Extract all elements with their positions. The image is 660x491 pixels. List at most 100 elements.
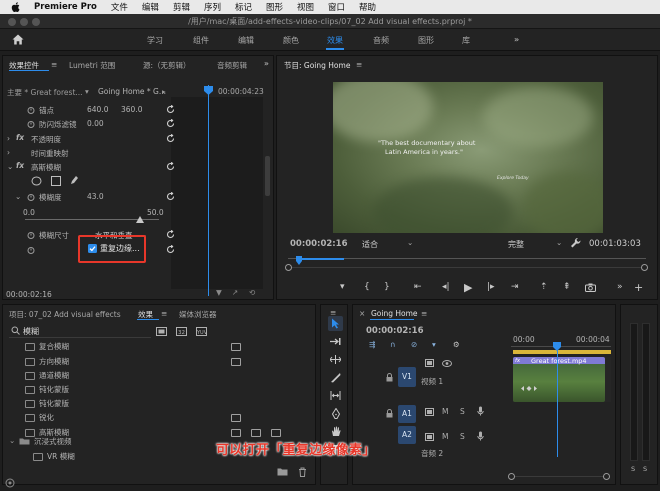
- solo-left-label[interactable]: S: [631, 465, 635, 473]
- flicker-filter-value[interactable]: 0.00: [87, 119, 104, 128]
- extract-icon[interactable]: ⇞: [563, 282, 571, 292]
- app-name[interactable]: Premiere Pro: [34, 2, 97, 12]
- lock-track-icon[interactable]: [386, 409, 393, 418]
- tab-media-browser[interactable]: 媒体浏览器: [179, 309, 217, 320]
- work-area-bar[interactable]: [513, 350, 611, 354]
- lock-track-icon[interactable]: [386, 373, 393, 382]
- eye-icon[interactable]: [442, 360, 452, 367]
- menu-markers[interactable]: 标记: [235, 1, 252, 13]
- play-only-clip-icon[interactable]: ▸: [162, 87, 166, 96]
- timeline-ruler[interactable]: [511, 346, 611, 347]
- program-current-time[interactable]: 00:00:02:16: [290, 239, 348, 249]
- fx-badge-icon[interactable]: fx: [16, 133, 24, 142]
- reset-parameter-icon[interactable]: [166, 230, 175, 239]
- v1-track-target[interactable]: V1: [398, 367, 416, 387]
- quality-dropdown[interactable]: 完整: [508, 239, 524, 250]
- toggle-sync-lock-icon[interactable]: [425, 408, 434, 416]
- pen-mask-icon[interactable]: [69, 175, 79, 186]
- v1-track-name[interactable]: 视频 1: [421, 376, 443, 387]
- status-icon[interactable]: [5, 478, 15, 488]
- zoom-handle-right[interactable]: [641, 264, 648, 271]
- workspace-graphics[interactable]: 图形: [418, 35, 434, 46]
- solo-track-button[interactable]: S: [460, 407, 465, 416]
- add-marker-icon[interactable]: ▾: [340, 282, 345, 292]
- nest-toggle-icon[interactable]: ⇶: [369, 340, 375, 349]
- effects-search-input[interactable]: 模糊: [23, 326, 39, 337]
- tab-lumetri-scopes[interactable]: Lumetri 范围: [69, 60, 115, 71]
- slip-tool[interactable]: [328, 388, 343, 403]
- effect-list-item[interactable]: 钝化蒙版: [39, 384, 69, 395]
- toggle-sync-lock-icon[interactable]: [425, 433, 434, 441]
- workspace-libraries[interactable]: 库: [462, 35, 470, 46]
- stopwatch-icon[interactable]: [27, 120, 35, 128]
- a2-track-target[interactable]: A2: [398, 426, 416, 444]
- effect-list-item[interactable]: 钝化蒙版: [39, 398, 69, 409]
- stopwatch-icon[interactable]: [27, 246, 35, 254]
- delete-icon[interactable]: [298, 467, 307, 477]
- home-icon[interactable]: [12, 34, 24, 45]
- anchor-x-value[interactable]: 640.0: [87, 105, 108, 114]
- mark-out-icon[interactable]: }: [384, 282, 390, 292]
- tab-audio-clip-mixer[interactable]: 音频剪辑: [217, 60, 247, 71]
- collapse-arrow-icon[interactable]: ⌄: [7, 162, 13, 171]
- menu-edit[interactable]: 编辑: [142, 1, 159, 13]
- menu-graphics[interactable]: 图形: [266, 1, 283, 13]
- program-monitor-title[interactable]: 节目: Going Home: [284, 60, 350, 71]
- track-select-tool[interactable]: [328, 334, 343, 349]
- video-clip[interactable]: fx Great forest.mp4: [513, 357, 605, 402]
- effect-controls-menu-icon[interactable]: ≡: [51, 60, 57, 69]
- button-editor-add-icon[interactable]: +: [634, 281, 643, 294]
- camera-export-frame-icon[interactable]: [585, 283, 596, 292]
- reset-parameter-icon[interactable]: [166, 105, 175, 114]
- apple-icon[interactable]: [10, 1, 22, 13]
- minimize-window-button[interactable]: [20, 18, 28, 26]
- zoom-window-button[interactable]: [32, 18, 40, 26]
- program-video-frame[interactable]: "The best documentary about Latin Americ…: [333, 82, 603, 233]
- menu-sequence[interactable]: 序列: [204, 1, 221, 13]
- anchor-y-value[interactable]: 360.0: [121, 105, 142, 114]
- timeline-zoom-bar[interactable]: [515, 476, 603, 477]
- yuv-effects-icon[interactable]: YUV: [196, 327, 207, 336]
- 32bit-effects-icon[interactable]: 32: [176, 327, 187, 336]
- fit-dropdown[interactable]: 适合: [362, 239, 378, 250]
- go-to-out-icon[interactable]: ⇥: [511, 282, 519, 292]
- vr-blur-item[interactable]: VR 模糊: [47, 451, 75, 462]
- blurriness-slider-handle[interactable]: [136, 216, 144, 223]
- immersive-video-folder[interactable]: 沉浸式视频: [34, 436, 72, 447]
- collapse-arrow-icon[interactable]: ⌄: [15, 192, 21, 201]
- effect-list-item[interactable]: 方向模糊: [39, 356, 69, 367]
- wrench-icon[interactable]: [570, 237, 581, 248]
- playhead-handle-icon[interactable]: [204, 86, 213, 95]
- mute-track-button[interactable]: M: [442, 407, 448, 416]
- menu-clip[interactable]: 剪辑: [173, 1, 190, 13]
- master-clip-label[interactable]: 主要 * Great forest...: [7, 87, 83, 98]
- step-forward-icon[interactable]: |▸: [487, 282, 495, 292]
- accelerated-effects-icon[interactable]: [156, 327, 167, 336]
- reset-parameter-icon[interactable]: [166, 192, 175, 201]
- effects-menu-icon[interactable]: ≡: [161, 309, 167, 318]
- filter-icon[interactable]: ▼: [216, 288, 222, 297]
- lift-icon[interactable]: ⇡: [540, 282, 548, 292]
- settings-icon[interactable]: »: [617, 282, 623, 292]
- panel-more-icon[interactable]: »: [264, 59, 269, 68]
- pen-tool[interactable]: [328, 406, 343, 421]
- microphone-icon[interactable]: [477, 431, 484, 441]
- workspace-assembly[interactable]: 组件: [193, 35, 209, 46]
- close-sequence-icon[interactable]: ×: [359, 309, 365, 318]
- solo-right-label[interactable]: S: [643, 465, 647, 473]
- mute-track-button[interactable]: M: [442, 432, 448, 441]
- expand-arrow-icon[interactable]: ›: [7, 134, 10, 143]
- program-menu-icon[interactable]: ≡: [356, 60, 362, 69]
- effect-controls-current-time[interactable]: 00:00:02:16: [6, 290, 52, 299]
- menu-view[interactable]: 视图: [297, 1, 314, 13]
- stopwatch-icon[interactable]: [27, 106, 35, 114]
- stopwatch-icon[interactable]: [27, 193, 35, 201]
- zoom-handle-right[interactable]: [603, 473, 610, 480]
- close-window-button[interactable]: [8, 18, 16, 26]
- blurriness-value[interactable]: 43.0: [87, 192, 104, 201]
- selection-tool[interactable]: [328, 316, 343, 331]
- keyframe-navigator-icon[interactable]: [521, 386, 537, 391]
- hand-tool[interactable]: [328, 424, 343, 439]
- fx-badge-icon[interactable]: fx: [16, 161, 24, 170]
- solo-track-button[interactable]: S: [460, 432, 465, 441]
